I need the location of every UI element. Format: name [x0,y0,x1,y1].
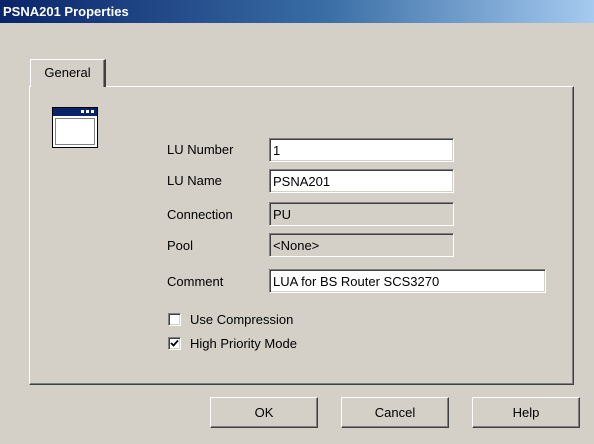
high-priority-mode-label[interactable]: High Priority Mode [190,336,297,352]
use-compression-label[interactable]: Use Compression [190,312,293,328]
window-title-bar: PSNA201 Properties [0,0,594,23]
use-compression-checkbox[interactable] [168,313,181,326]
comment-field[interactable] [269,269,546,293]
ok-button[interactable]: OK [210,397,318,428]
cancel-button[interactable]: Cancel [341,397,449,428]
pool-label: Pool [167,238,194,253]
window-title: PSNA201 Properties [3,4,129,19]
comment-label: Comment [167,274,224,289]
pool-field [269,233,454,257]
lu-name-label: LU Name [167,173,222,188]
lu-name-field[interactable] [269,169,454,193]
tab-general[interactable]: General [30,59,106,87]
application-window-icon [52,107,98,148]
connection-field [269,202,454,226]
help-button[interactable]: Help [472,397,580,428]
tab-general-label: General [44,65,91,80]
lu-number-field[interactable] [269,138,454,162]
lu-number-label: LU Number [167,142,234,157]
high-priority-mode-checkbox[interactable] [168,337,181,350]
checkmark-icon [170,339,179,347]
connection-label: Connection [167,207,233,222]
